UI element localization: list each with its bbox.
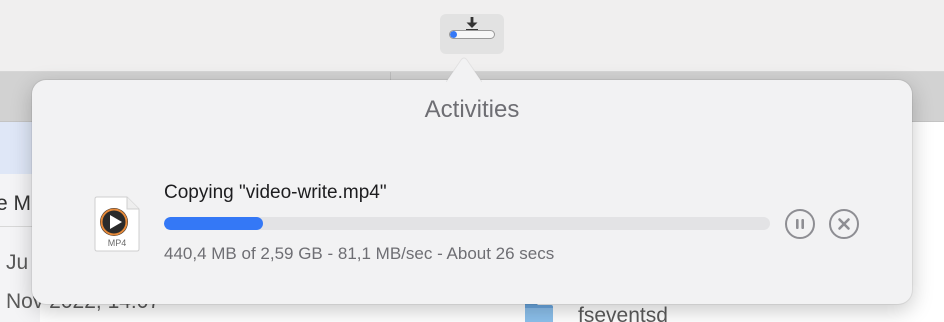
- pause-button[interactable]: [785, 209, 815, 239]
- activities-popover: Activities MP4 Copying "video-write.mp4"…: [32, 80, 912, 304]
- copy-operation-title: Copying "video-write.mp4": [164, 182, 387, 203]
- file-extension-label: MP4: [107, 238, 127, 248]
- popover-title: Activities: [424, 96, 520, 123]
- mini-progress-track: [449, 30, 495, 39]
- copy-progress-fill: [164, 217, 263, 230]
- date-fragment: Ju: [6, 251, 29, 274]
- mini-progress-fill: [450, 31, 458, 38]
- cancel-circle-icon: [838, 218, 850, 230]
- copy-progress-bar: [164, 217, 770, 230]
- cancel-button[interactable]: [829, 209, 859, 239]
- popover-pointer: [446, 57, 482, 82]
- pause-circle-icon: [796, 219, 804, 229]
- copy-status-text: 440,4 MB of 2,59 GB - 81,1 MB/sec - Abou…: [164, 244, 555, 263]
- file-name-fragment[interactable]: e M: [0, 192, 31, 216]
- download-arrow-icon: [466, 17, 478, 31]
- folder-name[interactable]: fseventsd: [578, 304, 668, 322]
- activity-progress-button[interactable]: [440, 14, 504, 54]
